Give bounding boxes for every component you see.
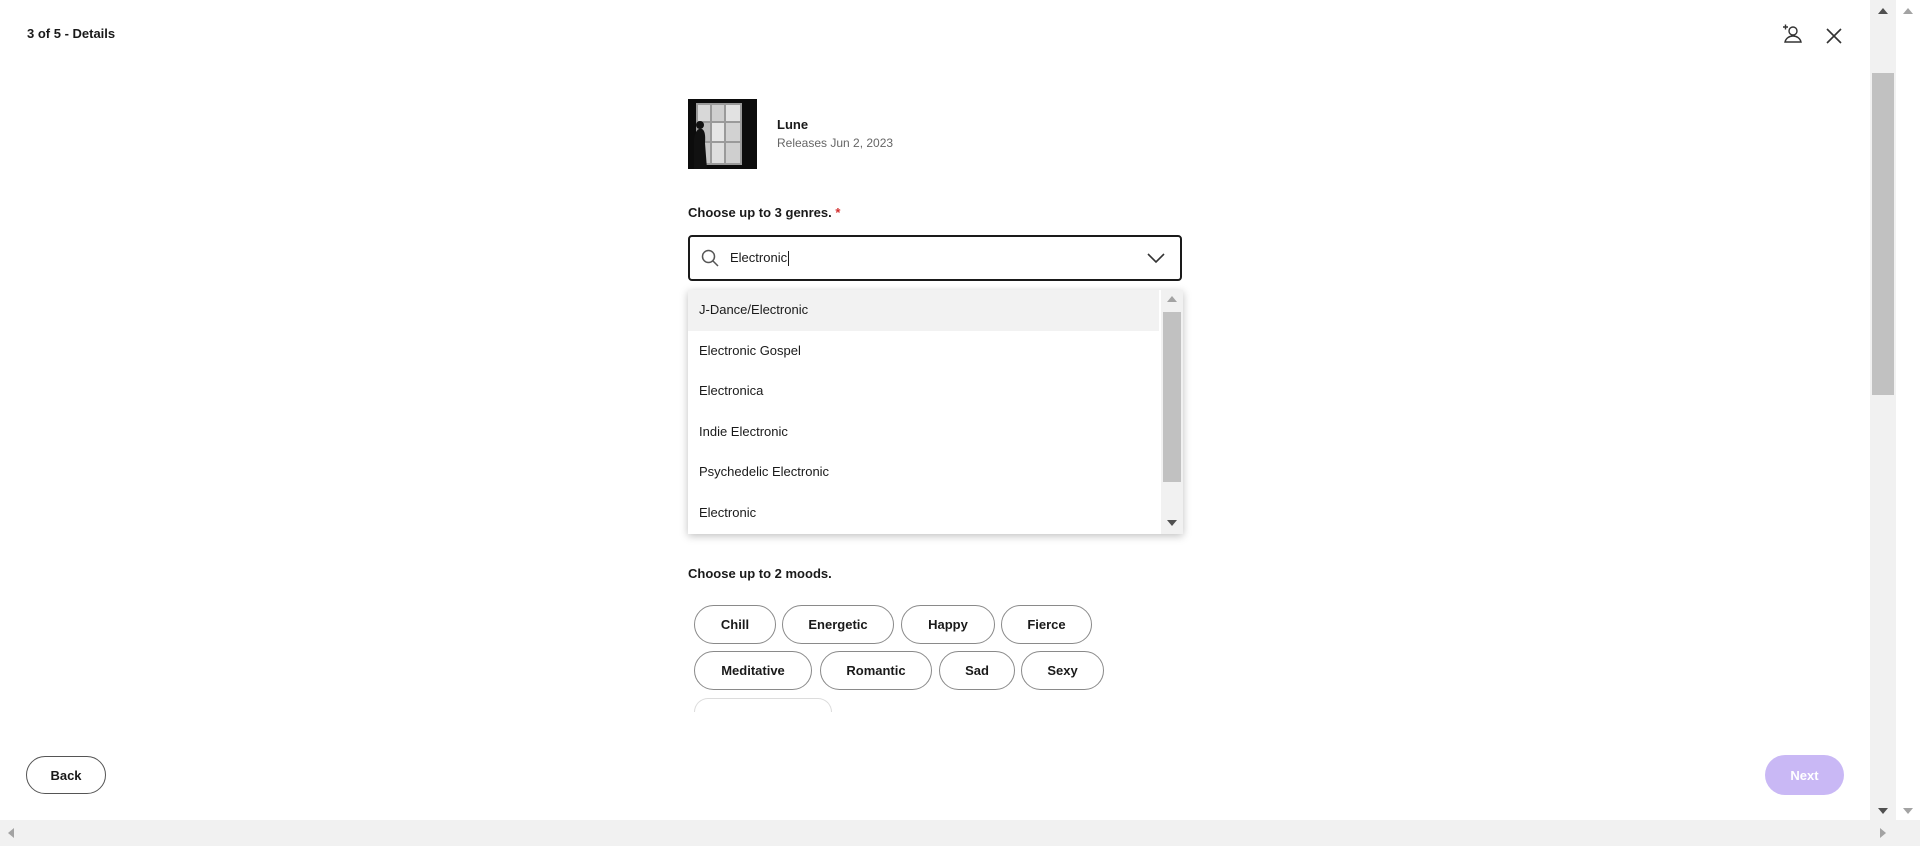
back-button[interactable]: Back [26,756,106,794]
genres-label: Choose up to 3 genres. * [688,205,840,220]
genre-search-input[interactable]: Electronic [688,235,1182,281]
page-scrollbar[interactable] [1870,0,1896,820]
scroll-down-icon[interactable] [1167,520,1177,526]
genre-option[interactable]: Indie Electronic [688,412,1159,453]
release-artwork [688,99,757,169]
genre-options-list: J-Dance/Electronic Electronic Gospel Ele… [688,290,1183,534]
text-caret [788,251,790,267]
scroll-up-icon[interactable] [1878,8,1888,14]
mood-chip-sad[interactable]: Sad [939,651,1015,690]
mood-chip-romantic[interactable]: Romantic [820,651,932,690]
close-icon[interactable] [1820,22,1848,50]
step-title: 3 of 5 - Details [27,26,116,41]
scroll-down-icon[interactable] [1878,808,1888,814]
window-scrollbar[interactable] [1896,0,1920,820]
dropdown-scrollbar[interactable] [1161,290,1183,534]
mood-chip-fierce[interactable]: Fierce [1001,605,1092,644]
scroll-up-icon[interactable] [1167,296,1177,302]
dropdown-scroll-thumb[interactable] [1163,312,1181,482]
genre-search-value[interactable]: Electronic [730,249,1144,267]
genre-search-text: Electronic [730,249,788,265]
next-button[interactable]: Next [1765,755,1844,795]
required-mark: * [835,205,841,220]
genres-label-text: Choose up to 3 genres. [688,205,832,220]
mood-chip-chill[interactable]: Chill [694,605,776,644]
genre-option[interactable]: J-Dance/Electronic [688,290,1159,331]
mood-chip-partial [694,698,832,712]
release-date: Releases Jun 2, 2023 [777,136,894,150]
scroll-right-icon[interactable] [1880,828,1886,838]
scroll-left-icon[interactable] [8,828,14,838]
horizontal-scrollbar[interactable] [0,820,1920,846]
mood-chip-happy[interactable]: Happy [901,605,995,644]
genre-option[interactable]: Electronic [688,493,1159,534]
release-name: Lune [777,117,809,132]
genre-option[interactable]: Electronica [688,371,1159,412]
genre-option[interactable]: Psychedelic Electronic [688,452,1159,493]
chevron-down-icon[interactable] [1144,246,1168,270]
genre-option[interactable]: Electronic Gospel [688,331,1159,372]
mood-chip-meditative[interactable]: Meditative [694,651,812,690]
scroll-down-icon[interactable] [1903,808,1913,814]
mood-chip-energetic[interactable]: Energetic [782,605,894,644]
moods-label: Choose up to 2 moods. [688,566,832,581]
mood-chip-sexy[interactable]: Sexy [1021,651,1104,690]
scroll-up-icon[interactable] [1903,8,1913,14]
page-scroll-thumb[interactable] [1872,73,1894,395]
add-person-icon[interactable] [1778,20,1806,48]
search-icon [699,247,721,269]
